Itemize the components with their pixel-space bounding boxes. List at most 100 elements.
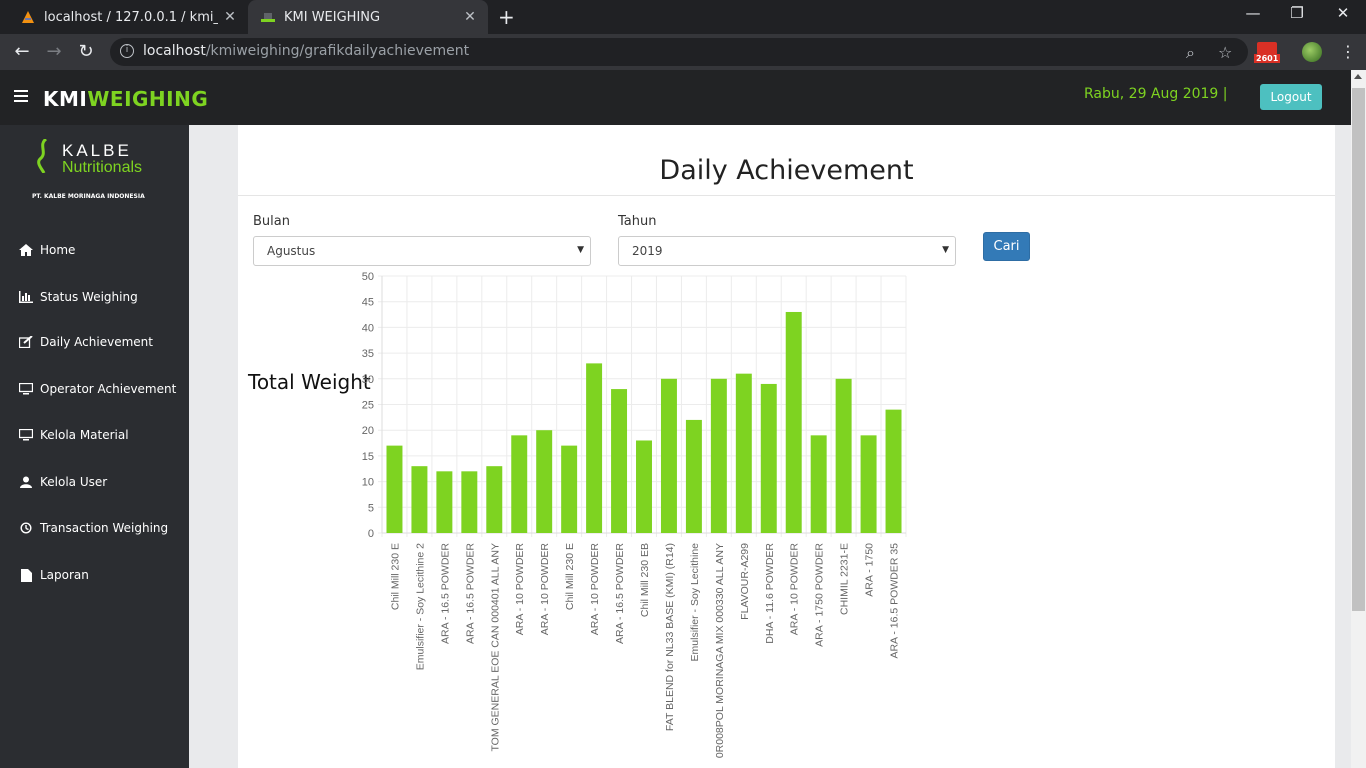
x-tick-label: FAT BLEND for NL33 BASE (KMI) (R14) — [664, 543, 676, 731]
tab-title: KMI WEIGHING — [284, 9, 381, 25]
sidebar-item-transaction-weighing[interactable]: Transaction Weighing — [18, 521, 168, 535]
new-tab-icon[interactable]: + — [498, 5, 515, 29]
monitor-icon — [18, 382, 34, 396]
x-tick-label: FLAVOUR-A299 — [739, 543, 751, 620]
x-tick-label: Chil Mill 230 E — [564, 543, 576, 610]
hamburger-icon[interactable] — [14, 90, 28, 105]
address-bar[interactable]: i localhost/kmiweighing/grafikdailyachie… — [110, 38, 1248, 66]
cari-button[interactable]: Cari — [983, 232, 1030, 261]
edit-icon — [18, 335, 34, 349]
bar — [785, 311, 802, 533]
app-header: KMIWEIGHING Rabu, 29 Aug 2019 | Logout — [0, 70, 1351, 125]
browser-tab[interactable]: localhost / 127.0.0.1 / kmi_weighing ✕ — [8, 0, 248, 34]
history-icon — [18, 521, 34, 535]
mail-count-badge: 2601 — [1254, 54, 1281, 63]
scale-icon — [260, 9, 276, 25]
tahun-select[interactable]: 2019 ▼ — [618, 236, 956, 266]
x-tick-label: ARA - 1750 — [864, 543, 876, 597]
leaf-icon — [37, 139, 48, 173]
bar — [411, 466, 428, 533]
bar — [386, 445, 403, 533]
minimize-icon[interactable]: — — [1230, 4, 1276, 22]
x-tick-label: ARA - 10 POWDER — [589, 543, 601, 636]
close-icon[interactable]: ✕ — [218, 9, 242, 25]
window-close-icon[interactable]: ✕ — [1320, 4, 1366, 22]
x-tick-label: ARA - 10 POWDER — [539, 543, 551, 636]
bar — [636, 440, 652, 533]
bar — [561, 445, 578, 533]
x-tick-label: CHIMIL 2231-E — [839, 543, 851, 615]
bar — [436, 471, 453, 533]
profile-avatar[interactable] — [1302, 42, 1322, 62]
bar — [710, 378, 727, 533]
close-icon[interactable]: ✕ — [458, 9, 482, 25]
back-icon[interactable]: ← — [10, 40, 34, 64]
user-icon — [18, 475, 34, 489]
sidebar: KALBE Nutritionals PT. KALBE MORINAGA IN… — [0, 125, 189, 768]
bar — [760, 383, 777, 533]
browser-toolbar: ← → ↻ i localhost/kmiweighing/grafikdail… — [0, 34, 1366, 70]
bar — [486, 466, 503, 533]
y-tick-label: 25 — [362, 400, 374, 412]
sidebar-item-status-weighing[interactable]: Status Weighing — [18, 290, 138, 304]
zoom-icon[interactable]: ⌕ — [1186, 43, 1195, 63]
current-date: Rabu, 29 Aug 2019 | — [1084, 86, 1228, 102]
x-tick-label: Emulsifier - Soy Lecithine — [689, 543, 701, 662]
bar — [586, 363, 603, 533]
bar — [660, 378, 677, 533]
brand-logo[interactable]: KMIWEIGHING — [43, 87, 208, 111]
x-tick-label: Emulsifier - Soy Lecithine 2 — [414, 543, 426, 670]
y-tick-label: 5 — [368, 502, 374, 514]
menu-icon[interactable]: ⋮ — [1340, 42, 1356, 61]
page-title: Daily Achievement — [659, 155, 914, 186]
x-tick-label: ARA - 1750 POWDER — [814, 543, 826, 647]
y-tick-label: 10 — [362, 477, 374, 489]
monitor-icon — [18, 428, 34, 442]
browser-tab-active[interactable]: KMI WEIGHING ✕ — [248, 0, 488, 34]
sidebar-item-kelola-material[interactable]: Kelola Material — [18, 428, 129, 442]
bar-chart-icon — [18, 290, 34, 304]
bulan-select[interactable]: Agustus ▼ — [253, 236, 591, 266]
home-icon — [18, 243, 34, 257]
reload-icon[interactable]: ↻ — [74, 40, 98, 64]
x-tick-label: ARA - 16.5 POWDER — [464, 543, 476, 644]
y-tick-label: 0 — [368, 528, 374, 540]
bar — [860, 435, 877, 533]
scroll-up-icon[interactable] — [1354, 74, 1362, 79]
bar — [611, 389, 628, 533]
y-tick-label: 20 — [362, 425, 374, 437]
mail-extension-icon[interactable]: 2601 — [1254, 42, 1281, 64]
x-tick-label: ARA - 10 POWDER — [514, 543, 526, 636]
bar — [735, 373, 752, 533]
tahun-label: Tahun — [618, 214, 657, 229]
y-tick-label: 30 — [362, 374, 374, 386]
url-text[interactable]: localhost/kmiweighing/grafikdailyachieve… — [143, 43, 469, 59]
phpmyadmin-icon — [20, 9, 36, 25]
sidebar-item-home[interactable]: Home — [18, 243, 75, 257]
y-tick-label: 15 — [362, 451, 374, 463]
logout-button[interactable]: Logout — [1260, 84, 1322, 110]
bar-chart: 0 5 10 15 20 25 30 35 40 45 50 Chil Mill 230 E Emuls… — [362, 271, 907, 758]
x-tick-label: ARA - 16.5 POWDER — [614, 543, 626, 644]
bar — [511, 435, 528, 533]
bar — [835, 378, 852, 533]
chevron-down-icon: ▼ — [577, 245, 584, 255]
info-icon[interactable]: i — [120, 44, 134, 58]
y-tick-label: 45 — [362, 297, 374, 309]
forward-icon[interactable]: → — [42, 40, 66, 64]
y-tick-label: 35 — [362, 348, 374, 360]
chevron-down-icon: ▼ — [942, 245, 949, 255]
x-tick-label: ARA - 16.5 POWDER — [439, 543, 451, 644]
divider — [238, 195, 1335, 196]
bar — [885, 409, 902, 533]
sidebar-item-daily-achievement[interactable]: Daily Achievement — [18, 335, 153, 349]
star-icon[interactable]: ☆ — [1218, 43, 1232, 62]
restore-icon[interactable]: ❐ — [1274, 4, 1320, 22]
scrollbar-thumb[interactable] — [1352, 88, 1365, 611]
browser-tab-bar: localhost / 127.0.0.1 / kmi_weighing ✕ K… — [0, 0, 1366, 34]
x-tick-label: Chil Mill 230 E — [389, 543, 401, 610]
sidebar-item-laporan[interactable]: Laporan — [18, 568, 89, 582]
sidebar-item-kelola-user[interactable]: Kelola User — [18, 475, 107, 489]
sidebar-item-operator-achievement[interactable]: Operator Achievement — [18, 382, 176, 396]
bar — [536, 430, 553, 533]
